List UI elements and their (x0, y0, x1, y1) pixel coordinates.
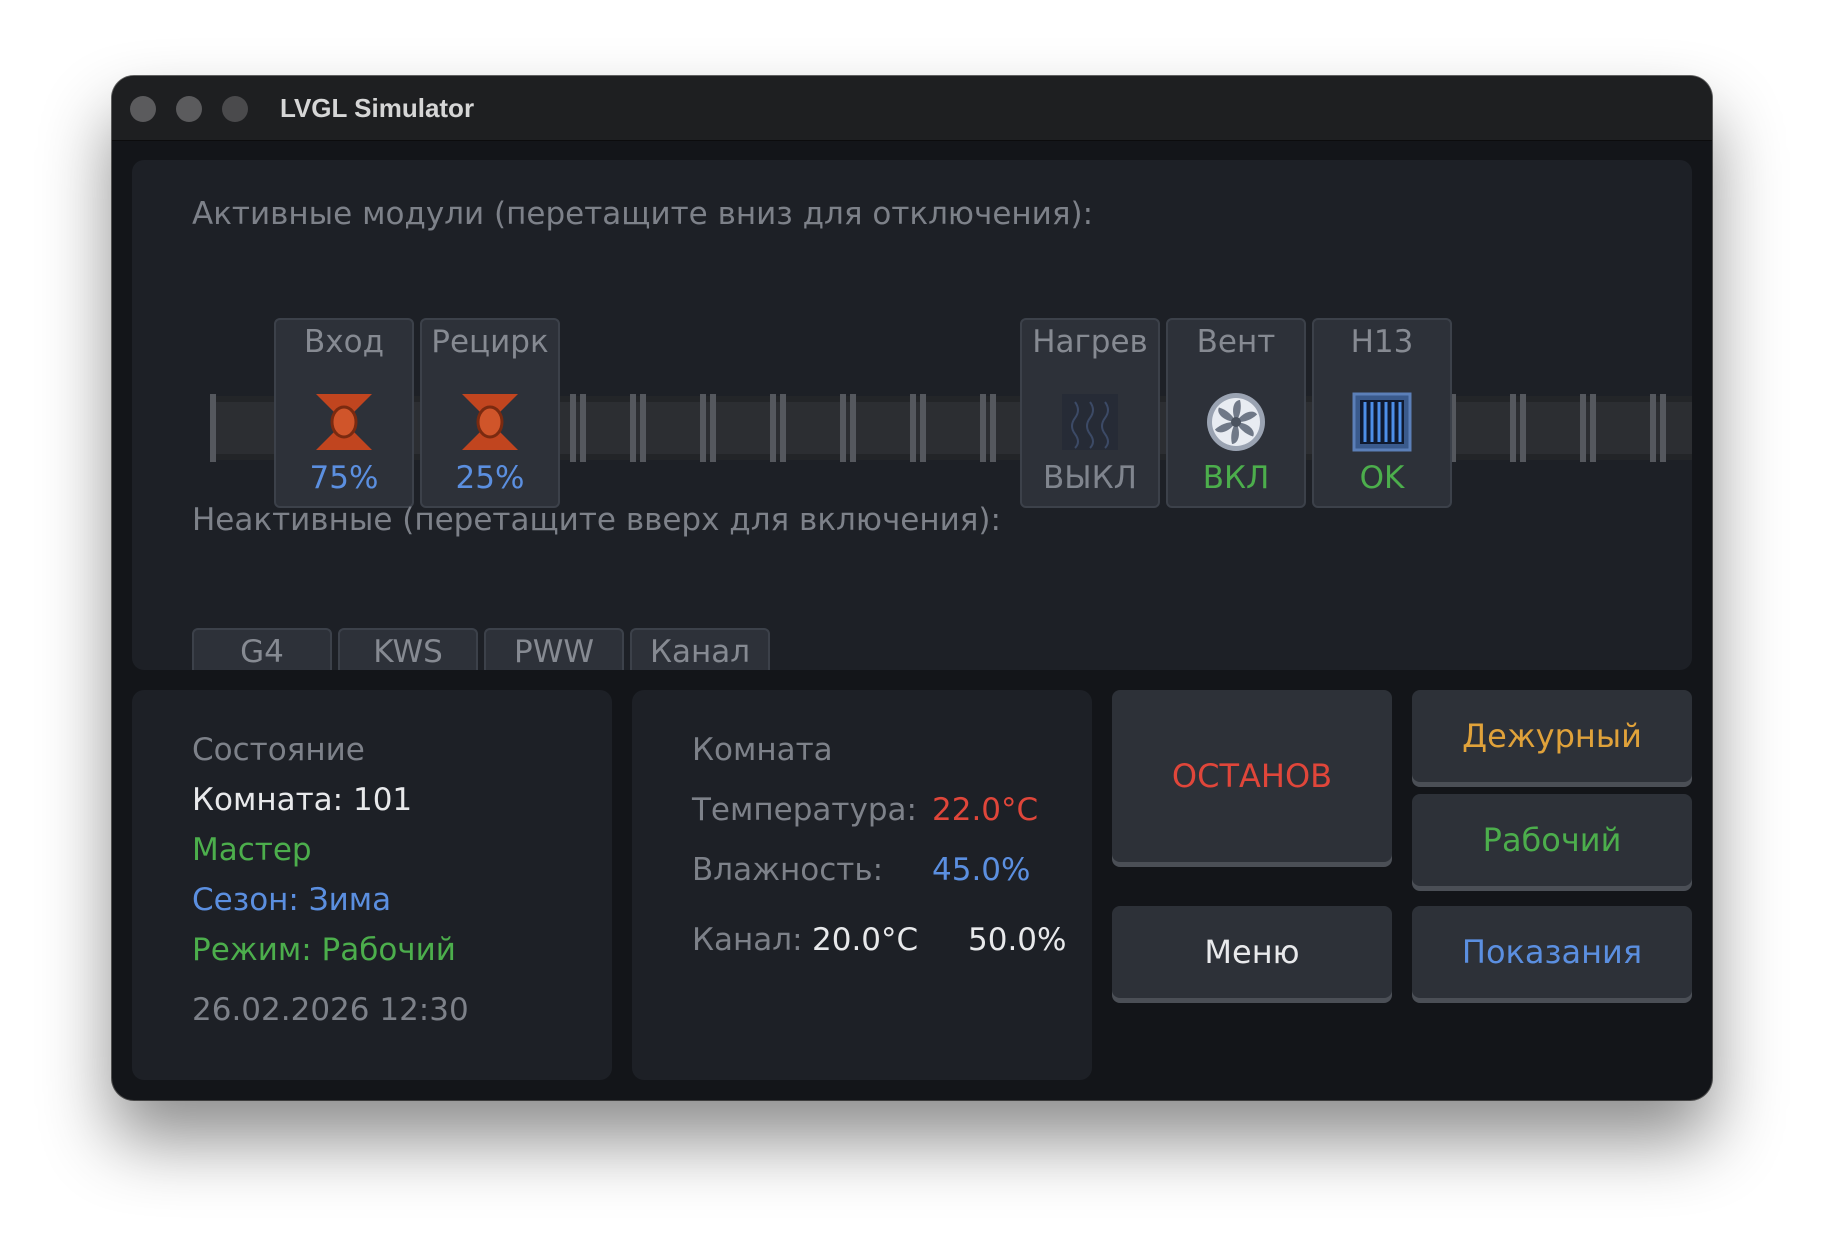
inactive-tile-pww[interactable]: PWW (484, 628, 624, 670)
damper-icon (462, 394, 518, 450)
duct-flange (1510, 394, 1516, 462)
status-title: Состояние (192, 732, 365, 768)
duct-flange (780, 394, 786, 462)
duct-flange (850, 394, 856, 462)
duct-flange (910, 394, 916, 462)
module-value: OK (1359, 460, 1405, 496)
module-name: Рецирк (431, 324, 549, 360)
duct-flange (990, 394, 996, 462)
duct-flange (770, 394, 776, 462)
inactive-tile-kws[interactable]: KWS (338, 628, 478, 670)
duct-flange (630, 394, 636, 462)
duct-flange (840, 394, 846, 462)
heater-icon (1062, 394, 1118, 450)
module-tile-heater[interactable]: Нагрев ВЫКЛ (1020, 318, 1160, 508)
module-name: H13 (1350, 324, 1414, 360)
minimize-window-button[interactable] (176, 96, 202, 122)
duct-flange (700, 394, 706, 462)
module-name: Канал (649, 634, 751, 670)
module-tile-intake[interactable]: Вход 75% (274, 318, 414, 508)
work-mode-button[interactable]: Рабочий (1412, 794, 1692, 886)
humidity-label: Влажность: (692, 852, 884, 888)
temperature-value: 22.0°C (932, 792, 1039, 828)
menu-button[interactable]: Меню (1112, 906, 1392, 998)
status-mode: Режим: Рабочий (192, 932, 456, 968)
modules-panel[interactable]: Активные модули (перетащите вниз для отк… (132, 160, 1692, 670)
zoom-window-button[interactable] (222, 96, 248, 122)
duct-flange (1590, 394, 1596, 462)
module-tile-fan[interactable]: Вент ВКЛ (1166, 318, 1306, 508)
duct-humidity: 50.0% (968, 922, 1067, 958)
inactive-section-label: Неактивные (перетащите вверх для включен… (192, 502, 1001, 538)
module-name: Вход (303, 324, 384, 360)
module-name: KWS (373, 634, 443, 670)
duct-temperature: 20.0°C (812, 922, 919, 958)
duct-flange (210, 394, 216, 462)
duct-flange (640, 394, 646, 462)
room-title: Комната (692, 732, 833, 768)
duct-flange (580, 394, 586, 462)
duct-flange (920, 394, 926, 462)
module-value: 25% (455, 460, 525, 496)
damper-icon (316, 394, 372, 450)
duct-label: Канал: (692, 922, 803, 958)
module-value: ВЫКЛ (1043, 460, 1137, 496)
module-name: PWW (514, 634, 594, 670)
status-season: Сезон: Зима (192, 882, 392, 918)
fan-icon (1207, 393, 1265, 451)
inactive-tile-duct[interactable]: Канал (630, 628, 770, 670)
status-role: Мастер (192, 832, 312, 868)
humidity-value: 45.0% (932, 852, 1031, 888)
status-panel: Состояние Комната: 101 Мастер Сезон: Зим… (132, 690, 612, 1080)
active-section-label: Активные модули (перетащите вниз для отк… (192, 196, 1094, 232)
module-value: 75% (309, 460, 379, 496)
stop-button[interactable]: ОСТАНОВ (1112, 690, 1392, 862)
duct-flange (1650, 394, 1656, 462)
standby-mode-button[interactable]: Дежурный (1412, 690, 1692, 782)
module-name: Нагрев (1032, 324, 1148, 360)
duct-flange (980, 394, 986, 462)
duct-flange (710, 394, 716, 462)
module-tile-filter-h13[interactable]: H13 OK (1312, 318, 1452, 508)
filter-icon (1352, 392, 1412, 452)
duct-flange (1520, 394, 1526, 462)
simulator-window: LVGL Simulator Активные модули (перетащи… (112, 76, 1712, 1100)
readings-button[interactable]: Показания (1412, 906, 1692, 998)
title-bar: LVGL Simulator (112, 76, 1712, 141)
module-value: ВКЛ (1202, 460, 1270, 496)
duct-flange (1580, 394, 1586, 462)
module-tile-recirc[interactable]: Рецирк 25% (420, 318, 560, 508)
room-panel: Комната Температура: 22.0°C Влажность: 4… (632, 690, 1092, 1080)
close-window-button[interactable] (130, 96, 156, 122)
module-name: Вент (1196, 324, 1276, 360)
duct-flange (570, 394, 576, 462)
status-datetime: 26.02.2026 12:30 (192, 992, 469, 1028)
window-title: LVGL Simulator (280, 93, 475, 123)
module-name: G4 (240, 634, 284, 670)
temperature-label: Температура: (692, 792, 917, 828)
inactive-tile-g4[interactable]: G4 (192, 628, 332, 670)
duct-flange (1660, 394, 1666, 462)
status-room: Комната: 101 (192, 782, 413, 818)
